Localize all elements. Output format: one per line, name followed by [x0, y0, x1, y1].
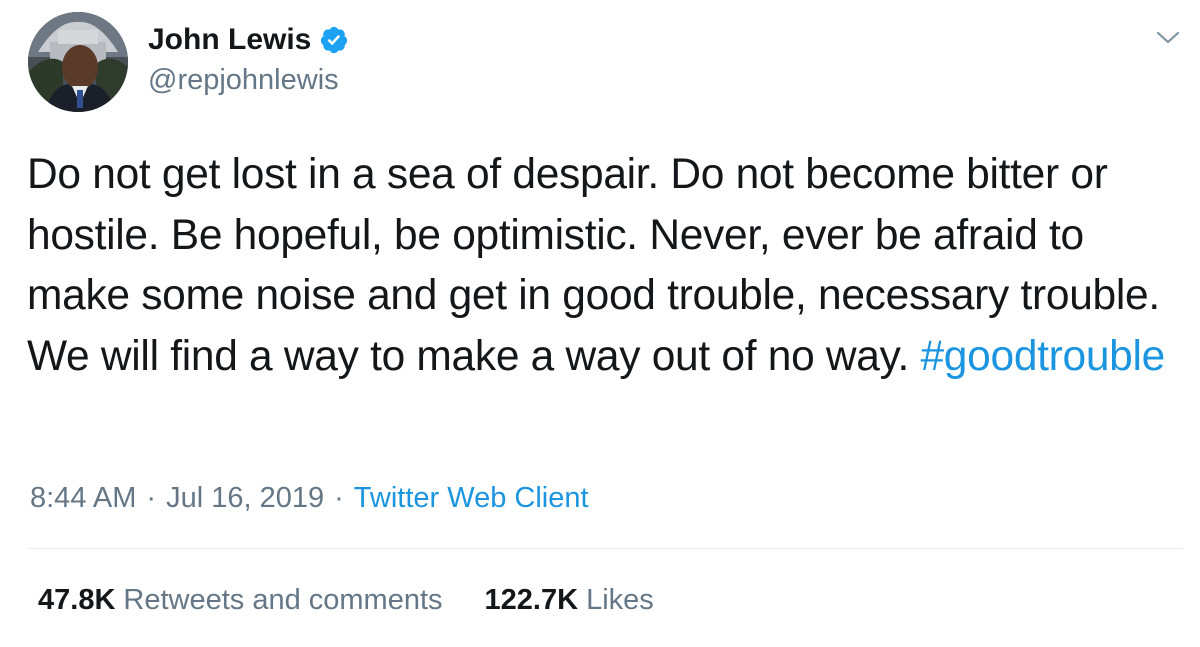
tweet-stats: 47.8K Retweets and comments 122.7K Likes [38, 582, 654, 618]
author-display-name[interactable]: John Lewis [148, 22, 311, 58]
chevron-down-icon[interactable] [1155, 27, 1181, 47]
likes-label: Likes [586, 584, 654, 616]
author-handle[interactable]: @repjohnlewis [148, 63, 339, 97]
retweets-stat[interactable]: 47.8K Retweets and comments [38, 582, 443, 618]
hashtag-link[interactable]: #goodtrouble [920, 333, 1165, 380]
meta-separator: · [334, 482, 344, 514]
verified-badge-icon [319, 25, 349, 55]
tweet-card: John Lewis @repjohnlewis Do not get lost… [0, 0, 1200, 647]
avatar[interactable] [28, 12, 128, 112]
tweet-text: Do not get lost in a sea of despair. Do … [27, 145, 1177, 387]
tweet-date[interactable]: Jul 16, 2019 [166, 482, 324, 514]
retweets-count: 47.8K [38, 584, 116, 616]
avatar-image [28, 12, 128, 112]
retweets-label: Retweets and comments [123, 584, 443, 616]
likes-stat[interactable]: 122.7K Likes [485, 582, 654, 618]
tweet-time[interactable]: 8:44 AM [30, 482, 136, 514]
author-name-row[interactable]: John Lewis [148, 22, 349, 58]
divider [28, 548, 1183, 549]
meta-separator: · [146, 482, 157, 514]
likes-count: 122.7K [484, 584, 579, 616]
tweet-metadata: 8:44 AM · Jul 16, 2019 · Twitter Web Client [30, 480, 589, 516]
tweet-source-link[interactable]: Twitter Web Client [354, 482, 589, 514]
